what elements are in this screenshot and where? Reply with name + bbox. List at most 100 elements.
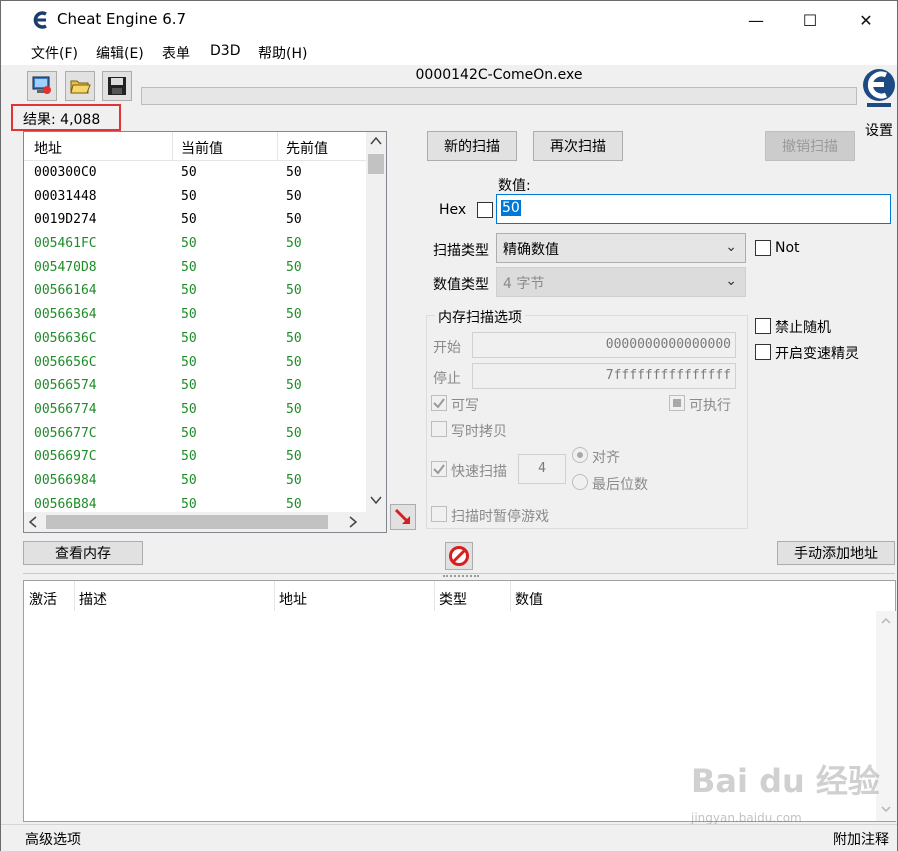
results-horizontal-scrollbar[interactable] [24,512,386,532]
undo-scan-button[interactable]: 撤销扫描 [765,131,855,161]
result-current-value: 50 [181,330,197,346]
stop-address-field[interactable]: 7fffffffffffffff [472,363,736,389]
result-row[interactable]: 005470D8 50 50 [24,257,366,281]
settings-label[interactable]: 设置 [865,120,893,140]
close-button[interactable]: ✕ [841,1,891,39]
result-current-value: 50 [181,425,197,441]
result-current-value: 50 [181,472,197,488]
menu-bar: 文件(F) 编辑(E) 表单 D3D 帮助(H) [1,39,897,65]
chevron-down-icon: ⌄ [725,273,737,289]
speedhack-checkbox[interactable] [755,344,771,360]
scan-type-value: 精确数值 [503,242,559,258]
advanced-options-link[interactable]: 高级选项 [25,829,81,849]
result-row[interactable]: 0056697C 50 50 [24,446,366,470]
result-row[interactable]: 0019D274 50 50 [24,209,366,233]
value-input[interactable]: 50 [496,194,891,224]
result-address: 00566984 [34,472,97,488]
value-type-label: 数值类型 [433,277,489,293]
executable-checkbox[interactable] [669,395,685,411]
result-current-value: 50 [181,354,197,370]
minimize-button[interactable]: — [731,1,781,39]
fast-scan-value-field[interactable]: 4 [518,454,566,484]
hex-checkbox[interactable] [477,202,493,218]
result-row[interactable]: 00566574 50 50 [24,375,366,399]
menu-edit[interactable]: 编辑(E) [96,43,144,63]
result-row[interactable]: 0056656C 50 50 [24,352,366,376]
result-row[interactable]: 00566774 50 50 [24,399,366,423]
result-previous-value: 50 [286,330,302,346]
select-process-button[interactable] [27,71,57,101]
column-description[interactable]: 描述 [79,589,107,609]
baidu-watermark-url: jingyan.baidu.com [691,811,802,825]
menu-table[interactable]: 表单 [162,43,190,63]
result-previous-value: 50 [286,307,302,323]
result-current-value: 50 [181,165,197,180]
writable-label: 可写 [451,398,479,414]
column-type[interactable]: 类型 [439,589,467,609]
result-row[interactable]: 00031448 50 50 [24,186,366,210]
align-label: 对齐 [592,450,620,466]
column-value[interactable]: 数值 [515,589,543,609]
not-checkbox[interactable] [755,240,771,256]
stop-label: 停止 [433,371,461,387]
result-previous-value: 50 [286,449,302,465]
scan-progress-bar [141,87,857,105]
result-row[interactable]: 005461FC 50 50 [24,233,366,257]
next-scan-button[interactable]: 再次扫描 [533,131,623,161]
menu-help[interactable]: 帮助(H) [258,43,307,63]
result-row[interactable]: 0056636C 50 50 [24,328,366,352]
column-address[interactable]: 地址 [34,138,62,158]
splitter[interactable] [23,573,895,579]
writable-checkbox[interactable] [431,395,447,411]
table-extras-link[interactable]: 附加注释 [833,829,889,849]
stop-scan-button[interactable] [445,542,473,570]
result-current-value: 50 [181,378,197,394]
new-scan-button[interactable]: 新的扫描 [427,131,517,161]
fast-scan-label: 快速扫描 [451,464,507,480]
chevron-down-icon: ⌄ [725,239,737,255]
result-previous-value: 50 [286,378,302,394]
copy-on-write-checkbox[interactable] [431,421,447,437]
maximize-button[interactable]: ☐ [785,1,835,39]
menu-d3d[interactable]: D3D [210,43,240,59]
add-address-manually-button[interactable]: 手动添加地址 [777,541,895,565]
results-count: 结果: 4,088 [11,104,121,131]
column-current-value[interactable]: 当前值 [181,138,223,158]
result-previous-value: 50 [286,283,302,299]
pause-game-checkbox[interactable] [431,506,447,522]
value-type-select[interactable]: 4 字节 ⌄ [496,267,746,297]
column-address[interactable]: 地址 [279,589,307,609]
cheat-engine-logo-icon[interactable] [859,65,898,117]
disable-random-checkbox[interactable] [755,318,771,334]
baidu-watermark: Bai du 经验 [691,762,880,800]
save-file-button[interactable] [102,71,132,101]
value-label: 数值: [498,178,531,194]
result-row[interactable]: 000300C0 50 50 [24,162,366,186]
result-row[interactable]: 00566164 50 50 [24,280,366,304]
not-label: Not [775,240,800,256]
status-bar: 高级选项 附加注释 [1,824,897,851]
fast-scan-checkbox[interactable] [431,461,447,477]
start-address-field[interactable]: 0000000000000000 [472,332,736,358]
scan-type-select[interactable]: 精确数值 ⌄ [496,233,746,263]
result-row[interactable]: 00566364 50 50 [24,304,366,328]
scan-results-list[interactable]: 地址 当前值 先前值 000300C0 50 50 00031448 50 50 0019D… [23,131,387,533]
view-memory-button[interactable]: 查看内存 [23,541,143,565]
start-label: 开始 [433,340,461,356]
result-current-value: 50 [181,236,197,252]
column-active[interactable]: 激活 [29,589,57,609]
open-file-button[interactable] [65,71,95,101]
last-digits-radio[interactable] [572,474,588,490]
column-previous-value[interactable]: 先前值 [286,138,328,158]
result-current-value: 50 [181,212,197,228]
result-current-value: 50 [181,307,197,323]
maximize-icon: ☐ [802,10,818,30]
align-radio[interactable] [572,447,588,463]
results-vertical-scrollbar[interactable] [366,132,386,514]
result-row[interactable]: 0056677C 50 50 [24,423,366,447]
result-address: 0056697C [34,449,97,465]
add-to-list-button[interactable] [390,504,416,530]
result-row[interactable]: 00566984 50 50 [24,470,366,494]
copy-on-write-label: 写时拷贝 [451,424,507,440]
menu-file[interactable]: 文件(F) [31,43,78,63]
